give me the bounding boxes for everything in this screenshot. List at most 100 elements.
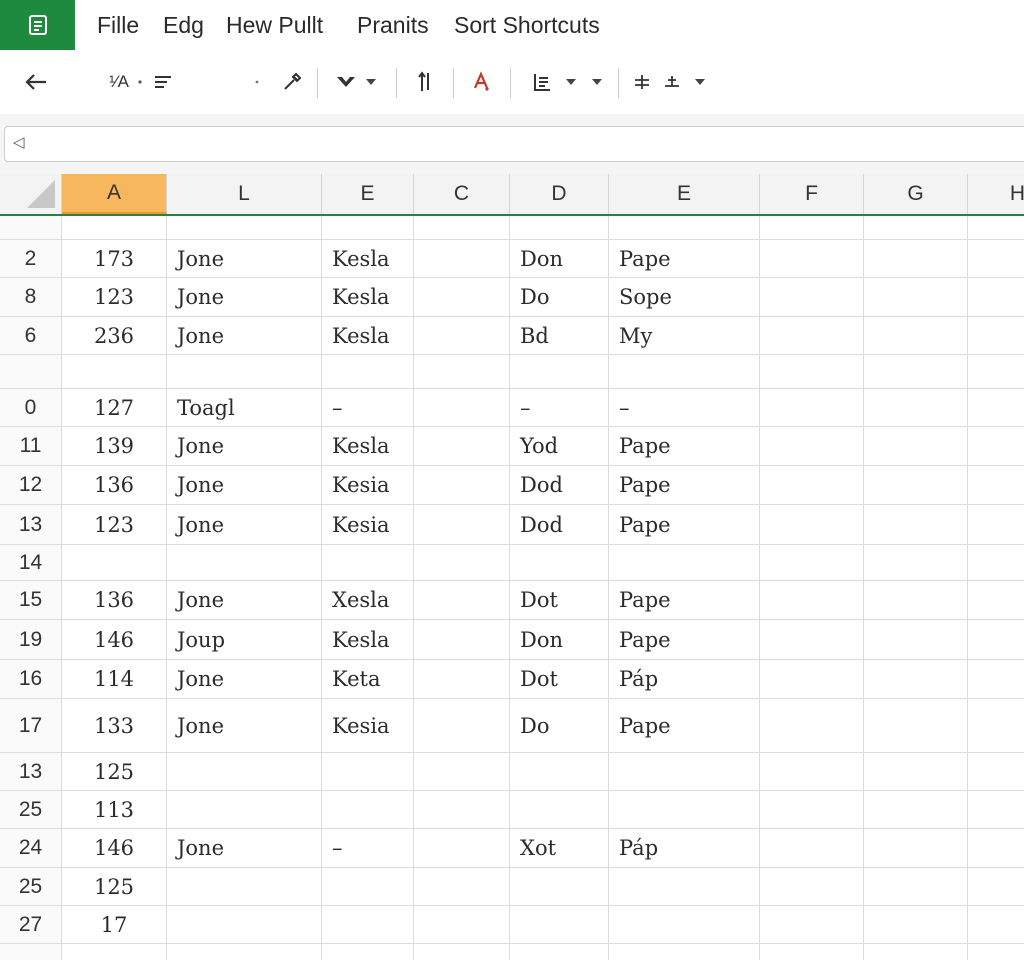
grid-cell[interactable] (609, 906, 760, 943)
grid-cell[interactable]: Jone (167, 829, 322, 867)
grid-cell[interactable] (864, 216, 968, 239)
grid-cell[interactable] (968, 355, 1024, 388)
grid-cell[interactable] (167, 906, 322, 943)
grid-cell[interactable] (968, 791, 1024, 828)
grid-cell[interactable] (414, 906, 510, 943)
grid-cell[interactable] (414, 389, 510, 426)
grid-cell[interactable] (414, 240, 510, 277)
grid-cell[interactable] (167, 545, 322, 580)
grid-cell[interactable] (864, 829, 968, 867)
grid-cell[interactable] (510, 906, 609, 943)
grid-cell[interactable]: – (322, 389, 414, 426)
menu-sort-shortcuts[interactable]: Sort Shortcuts (454, 12, 600, 39)
grid-cell[interactable] (760, 699, 864, 752)
grid-cell[interactable]: Kesia (322, 466, 414, 504)
grid-cell[interactable] (864, 581, 968, 619)
grid-cell[interactable] (968, 581, 1024, 619)
grid-cell[interactable]: 123 (62, 505, 167, 544)
column-header[interactable]: C (414, 174, 510, 214)
grid-cell[interactable]: Joup (167, 620, 322, 659)
grid-cell[interactable]: 136 (62, 581, 167, 619)
formula-input[interactable]: ◁ (4, 126, 1024, 162)
grid-cell[interactable] (760, 829, 864, 867)
grid-cell[interactable] (864, 944, 968, 960)
grid-cell[interactable]: Jone (167, 505, 322, 544)
row-header[interactable]: 14 (0, 545, 62, 580)
grid-cell[interactable] (864, 317, 968, 354)
row-header[interactable]: 2 (0, 240, 62, 277)
grid-cell[interactable] (414, 505, 510, 544)
grid-cell[interactable] (760, 278, 864, 316)
grid-cell[interactable] (414, 355, 510, 388)
grid-cell[interactable] (968, 660, 1024, 698)
grid-cell[interactable] (968, 466, 1024, 504)
grid-cell[interactable] (167, 753, 322, 790)
column-header[interactable]: E (322, 174, 414, 214)
grid-cell[interactable] (864, 355, 968, 388)
menu-file[interactable]: Fille (97, 12, 139, 39)
grid-cell[interactable] (322, 906, 414, 943)
grid-cell[interactable]: 136 (62, 466, 167, 504)
grid-cell[interactable]: 127 (62, 389, 167, 426)
menu-view[interactable]: Hew Pullt (226, 12, 323, 39)
more-chevron-down-icon[interactable] (588, 50, 606, 114)
grid-cell[interactable] (62, 355, 167, 388)
grid-cell[interactable] (167, 355, 322, 388)
text-color-icon[interactable] (468, 50, 494, 114)
grid-cell[interactable]: Jone (167, 317, 322, 354)
grid-cell[interactable] (414, 791, 510, 828)
grid-cell[interactable] (510, 216, 609, 239)
grid-cell[interactable]: Kesia (322, 699, 414, 752)
column-header[interactable]: H (968, 174, 1024, 214)
grid-cell[interactable] (414, 829, 510, 867)
column-header[interactable]: D (510, 174, 609, 214)
grid-cell[interactable] (510, 753, 609, 790)
row-header[interactable]: 25 (0, 791, 62, 828)
grid-cell[interactable]: My (609, 317, 760, 354)
row-header[interactable]: 8 (0, 278, 62, 316)
grid-cell[interactable] (864, 278, 968, 316)
grid-cell[interactable] (322, 791, 414, 828)
grid-cell[interactable] (760, 505, 864, 544)
grid-cell[interactable]: Páp (609, 829, 760, 867)
grid-cell[interactable] (414, 753, 510, 790)
grid-cell[interactable]: Kesla (322, 427, 414, 465)
row-header[interactable] (0, 216, 62, 239)
grid-cell[interactable] (864, 505, 968, 544)
row-header[interactable]: 27 (0, 906, 62, 943)
grid-cell[interactable] (609, 753, 760, 790)
grid-cell[interactable] (760, 317, 864, 354)
grid-cell[interactable]: 146 (62, 829, 167, 867)
sort-icon[interactable] (412, 50, 438, 114)
row-header[interactable]: 11 (0, 427, 62, 465)
grid-cell[interactable]: Do (510, 699, 609, 752)
column-header[interactable]: A (62, 174, 167, 214)
grid-cell[interactable] (864, 427, 968, 465)
grid-cell[interactable]: 113 (62, 791, 167, 828)
select-all-corner[interactable] (0, 174, 62, 214)
grid-cell[interactable] (414, 660, 510, 698)
grid-cell[interactable] (760, 427, 864, 465)
grid-cell[interactable]: Toagl (167, 389, 322, 426)
grid-cell[interactable] (760, 944, 864, 960)
grid-cell[interactable] (968, 829, 1024, 867)
grid-cell[interactable] (510, 791, 609, 828)
grid-cell[interactable]: Kesla (322, 240, 414, 277)
grid-cell[interactable]: – (510, 389, 609, 426)
grid-cell[interactable] (760, 545, 864, 580)
grid-cell[interactable] (510, 868, 609, 905)
grid-cell[interactable] (760, 753, 864, 790)
grid-cell[interactable] (760, 466, 864, 504)
grid-cell[interactable]: Pape (609, 505, 760, 544)
grid-cell[interactable]: Don (510, 240, 609, 277)
row-header[interactable] (0, 355, 62, 388)
grid-cell[interactable]: – (322, 829, 414, 867)
grid-cell[interactable]: Pape (609, 240, 760, 277)
grid-cell[interactable] (322, 545, 414, 580)
grid-cell[interactable] (760, 389, 864, 426)
menu-edit[interactable]: Edg (163, 12, 204, 39)
grid-cell[interactable]: Jone (167, 278, 322, 316)
grid-cell[interactable] (167, 791, 322, 828)
grid-cell[interactable] (62, 944, 167, 960)
grid-cell[interactable]: Jone (167, 240, 322, 277)
